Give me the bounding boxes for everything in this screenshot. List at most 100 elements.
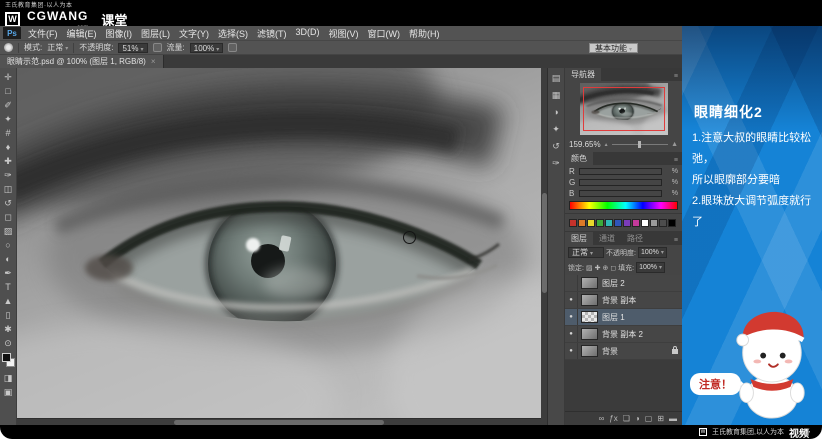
lock-position-icon[interactable]: ⊕	[602, 264, 608, 272]
zoom-out-icon[interactable]: ▲	[604, 142, 609, 148]
layers-footer-icon[interactable]: ▢	[645, 412, 653, 426]
layer-row[interactable]: 背景 副本	[565, 292, 682, 309]
tab-color[interactable]: 颜色	[565, 152, 593, 165]
screen-mode-icon[interactable]: ▣	[0, 385, 17, 399]
menu-item[interactable]: 编辑(E)	[67, 27, 97, 40]
lock-all-icon[interactable]: ◻	[610, 264, 616, 272]
color-swatch[interactable]	[614, 218, 622, 227]
styles-panel-icon[interactable]: ✦	[549, 123, 564, 136]
channel-value[interactable]: %	[665, 168, 678, 175]
horizontal-scrollbar[interactable]	[17, 418, 541, 425]
layers-footer-icon[interactable]: ƒx	[609, 412, 617, 426]
color-swatch[interactable]	[659, 218, 667, 227]
fill-field[interactable]: 100%	[636, 262, 666, 273]
layer-thumbnail[interactable]	[581, 311, 598, 323]
brush-preset-icon[interactable]	[4, 43, 13, 52]
menu-item[interactable]: 帮助(H)	[409, 27, 440, 40]
color-swatch[interactable]	[587, 218, 595, 227]
menu-item[interactable]: 滤镜(T)	[257, 27, 287, 40]
layer-visibility-icon[interactable]	[565, 309, 578, 325]
opacity-field[interactable]: 51%	[118, 42, 148, 53]
foreground-color-chip[interactable]	[1, 353, 11, 362]
channel-slider[interactable]	[579, 168, 662, 175]
tab-paths[interactable]: 路径	[621, 232, 649, 245]
color-panel-icon[interactable]: ▤	[549, 72, 564, 85]
mode-dropdown[interactable]: 正常	[47, 42, 68, 53]
color-swatch-control[interactable]	[0, 352, 17, 369]
layer-visibility-icon[interactable]	[565, 343, 578, 359]
layer-thumbnail[interactable]	[581, 328, 598, 340]
layer-row[interactable]: 背景	[565, 343, 682, 360]
workspace-dropdown[interactable]: 基本功能	[588, 42, 638, 53]
menu-item[interactable]: 文件(F)	[28, 27, 58, 40]
layer-thumbnail[interactable]	[581, 345, 598, 357]
pen-pressure-icon[interactable]	[152, 43, 162, 52]
path-select-tool-icon[interactable]: ▲	[0, 294, 17, 308]
eraser-tool-icon[interactable]: ◻	[0, 210, 17, 224]
navigator-view-box[interactable]	[582, 87, 665, 131]
brush-tool-icon[interactable]: ✑	[0, 168, 17, 182]
color-spectrum-ramp[interactable]	[569, 201, 678, 210]
menu-item[interactable]: 视图(V)	[329, 27, 359, 40]
layers-footer-icon[interactable]: ◑	[635, 412, 640, 426]
gradient-tool-icon[interactable]: ▨	[0, 224, 17, 238]
menu-item[interactable]: 图层(L)	[141, 27, 170, 40]
channel-slider[interactable]	[579, 179, 662, 186]
color-swatch[interactable]	[623, 218, 631, 227]
panel-menu-icon[interactable]: ≡	[670, 237, 682, 245]
color-swatch[interactable]	[668, 218, 676, 227]
brush-panel-icon[interactable]: ✑	[549, 157, 564, 170]
marquee-tool-icon[interactable]: □	[0, 84, 17, 98]
crop-tool-icon[interactable]: #	[0, 126, 17, 140]
menu-item[interactable]: 3D(D)	[296, 27, 320, 40]
navigator-thumbnail[interactable]	[579, 83, 668, 135]
menu-item[interactable]: 窗口(W)	[368, 27, 401, 40]
zoom-level[interactable]: 159.65%	[569, 140, 601, 149]
menu-item[interactable]: 选择(S)	[218, 27, 248, 40]
layers-footer-icon[interactable]: ▬	[669, 412, 677, 426]
type-tool-icon[interactable]: T	[0, 280, 17, 294]
zoom-in-icon[interactable]: ▲	[671, 141, 678, 148]
color-swatch[interactable]	[641, 218, 649, 227]
color-swatch[interactable]	[632, 218, 640, 227]
layer-thumbnail[interactable]	[581, 277, 598, 289]
layer-row[interactable]: 图层 2	[565, 275, 682, 292]
channel-value[interactable]: %	[665, 190, 678, 197]
magic-wand-tool-icon[interactable]: ✦	[0, 112, 17, 126]
zoom-slider-thumb[interactable]	[637, 141, 641, 148]
menu-item[interactable]: 图像(I)	[106, 27, 133, 40]
quick-mask-icon[interactable]: ◨	[0, 371, 17, 385]
layer-row[interactable]: 背景 副本 2	[565, 326, 682, 343]
dodge-tool-icon[interactable]: ◐	[0, 252, 17, 266]
tab-channels[interactable]: 通道	[593, 232, 621, 245]
eyedropper-tool-icon[interactable]: ♦	[0, 140, 17, 154]
blend-mode-dropdown[interactable]: 正常	[568, 247, 604, 258]
channel-slider[interactable]	[579, 190, 662, 197]
layer-thumbnail[interactable]	[581, 294, 598, 306]
layer-visibility-icon[interactable]	[565, 326, 578, 342]
layers-footer-icon[interactable]: ❏	[623, 412, 630, 426]
history-panel-icon[interactable]: ↺	[549, 140, 564, 153]
vscroll-thumb[interactable]	[542, 192, 547, 293]
layer-row[interactable]: 图层 1	[565, 309, 682, 326]
airbrush-icon[interactable]	[228, 43, 238, 52]
clone-stamp-tool-icon[interactable]: ◫	[0, 182, 17, 196]
layers-footer-icon[interactable]: ⊞	[657, 412, 664, 426]
color-swatch[interactable]	[605, 218, 613, 227]
blur-tool-icon[interactable]: ○	[0, 238, 17, 252]
history-brush-tool-icon[interactable]: ↺	[0, 196, 17, 210]
move-tool-icon[interactable]: ✛	[0, 70, 17, 84]
swatches-panel-icon[interactable]: ▦	[549, 89, 564, 102]
shape-tool-icon[interactable]: ▯	[0, 308, 17, 322]
color-swatch[interactable]	[650, 218, 658, 227]
document-canvas[interactable]	[17, 68, 541, 425]
close-tab-icon[interactable]: ×	[151, 57, 156, 66]
tab-layers[interactable]: 图层	[565, 232, 593, 245]
menu-item[interactable]: 文字(Y)	[179, 27, 209, 40]
zoom-tool-icon[interactable]: ⊙	[0, 336, 17, 350]
layers-footer-icon[interactable]: ∞	[599, 412, 605, 426]
layer-opacity-field[interactable]: 100%	[637, 247, 667, 258]
layer-visibility-icon[interactable]	[565, 275, 578, 291]
panel-menu-icon[interactable]: ≡	[670, 73, 682, 81]
zoom-slider[interactable]	[611, 141, 669, 148]
